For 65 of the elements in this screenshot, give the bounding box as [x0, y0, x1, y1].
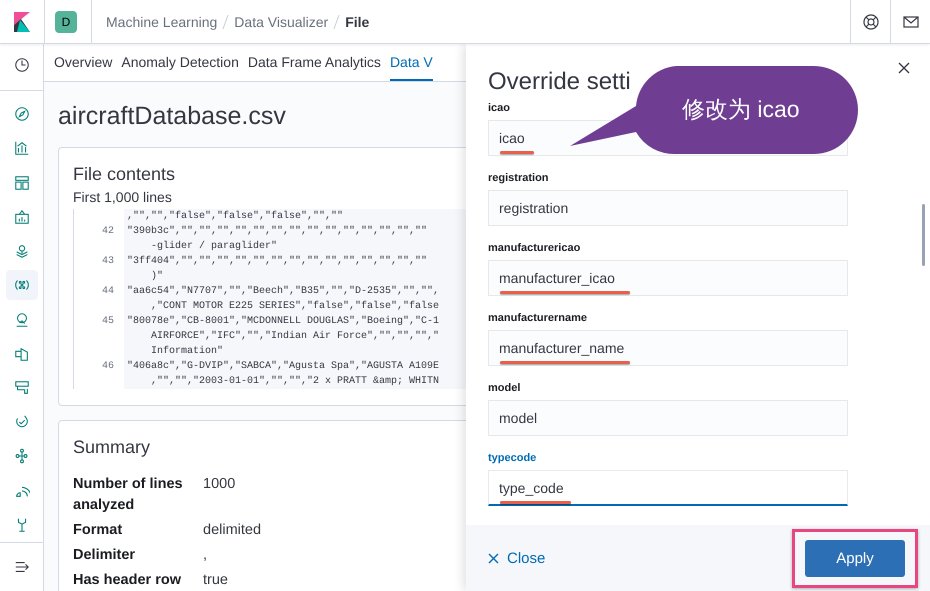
panel-subtitle: First 1,000 lines [73, 189, 173, 205]
code-line: "80078e","CB-8001","MCDONNELL DOUGLAS","Boeing","C-1 [127, 316, 440, 327]
breadcrumb: File [345, 14, 370, 30]
summary-label: Format [73, 521, 124, 540]
layout-icon [14, 174, 30, 191]
close-button[interactable]: Close [488, 550, 546, 566]
field-label: icao [488, 102, 510, 114]
tab[interactable]: Overview [54, 44, 112, 81]
tab[interactable]: Data Frame Analytics [248, 44, 381, 81]
code-line: -glider / paraglider" [150, 241, 278, 252]
code-line: Information" [150, 346, 224, 357]
code-line: "3ff404","","","","","","","","","","","","","","" [127, 256, 428, 267]
text-field[interactable]: type_code [488, 470, 848, 506]
text-field[interactable]: registration [488, 190, 848, 226]
code-line: ,"","","false","false","false","","" [127, 211, 344, 222]
line-number: 45 [102, 316, 114, 327]
field-label: typecode [488, 452, 536, 464]
code-line: "406a8c","G-DVIP","SABCA","Agusta Spa","AGUSTA A109E [127, 361, 440, 372]
logo-icon[interactable] [14, 12, 30, 32]
summary-value: 1000 [203, 475, 236, 494]
text-field[interactable]: manufacturer_icao [488, 260, 848, 296]
field-label: manufacturericao [488, 242, 580, 254]
map-pin-icon [14, 243, 30, 260]
panel-title: File contents [73, 164, 176, 185]
line-number: 43 [102, 256, 114, 267]
close-icon [488, 552, 499, 564]
nodes-icon [14, 448, 30, 464]
line-number: 44 [102, 286, 114, 297]
menu-icon [14, 559, 30, 575]
panel-title: Summary [73, 437, 152, 458]
mail-icon [902, 14, 918, 28]
code-line: )" [150, 271, 164, 282]
line-number: 46 [102, 361, 114, 372]
compass-icon [14, 106, 30, 122]
bar-chart-icon [14, 140, 30, 156]
breadcrumb[interactable]: Data Visualizer [234, 14, 328, 30]
field-label: registration [488, 172, 549, 184]
tab[interactable]: Data V [390, 44, 433, 81]
shapes-icon [14, 346, 30, 362]
text-field[interactable]: manufacturer_name [488, 330, 848, 366]
close-flyout-button[interactable] [898, 62, 910, 74]
field-label: model [488, 382, 520, 394]
breadcrumb[interactable]: Machine Learning [106, 14, 218, 30]
flyout-title: Override setti [488, 67, 632, 97]
code-line: AIRFORCE","IFC","","Indian Air Force","","",""," [150, 331, 440, 342]
summary-label: Number of lines analyzed [73, 475, 184, 515]
summary-value: delimited [203, 521, 262, 540]
tab[interactable]: Anomaly Detection [121, 44, 239, 81]
building-icon [14, 208, 30, 225]
line-number: 42 [102, 226, 114, 237]
code-line: ,"CONT MOTOR E225 SERIES","false","false","false [150, 301, 440, 312]
summary-label: Has header row [73, 571, 182, 590]
code-line: "390b3c","","","","","","","","","","","","","","" [127, 226, 428, 237]
summary-label: Delimiter [73, 546, 136, 565]
summary-value: true [203, 571, 229, 590]
code-line: ,"","","2003-01-01","","","2 x PRATT &amp; WHITN [150, 376, 440, 387]
page-title: aircraftDatabase.csv [58, 102, 287, 131]
field-label: manufacturername [488, 312, 588, 324]
lifebuoy-icon [862, 14, 878, 30]
summary-value: , [203, 546, 208, 565]
apply-button[interactable]: Apply [805, 540, 905, 576]
code-line: "aa6c54","N7707","","Beech","B35","","D-2535","","", [127, 286, 440, 297]
clock-icon [14, 57, 30, 74]
text-field[interactable]: model [488, 400, 848, 436]
space-avatar[interactable]: D [55, 10, 77, 32]
